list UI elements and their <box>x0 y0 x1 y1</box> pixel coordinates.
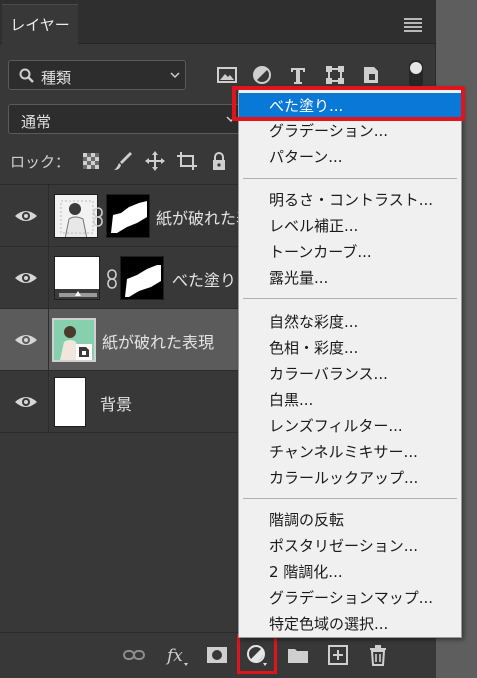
annotation-highlight-box <box>232 86 465 121</box>
menu-item-exposure[interactable]: 露光量... <box>239 265 461 291</box>
shape-filter-icon[interactable] <box>324 64 346 86</box>
layer-thumbnail[interactable] <box>54 377 86 427</box>
adjustment-filter-icon[interactable] <box>251 64 273 86</box>
layers-bottom-toolbar: fx <box>0 632 436 678</box>
panel-tabbar: レイヤー <box>0 0 436 44</box>
fill-thumbnail[interactable] <box>54 256 100 300</box>
type-filter-icon[interactable] <box>287 64 309 86</box>
annotation-highlight-box <box>237 634 277 674</box>
new-layer-icon[interactable] <box>326 643 350 667</box>
filter-kind-select[interactable]: 種類 <box>8 60 186 90</box>
menu-item-curves[interactable]: トーンカーブ... <box>239 239 461 265</box>
link-icon[interactable] <box>106 269 118 289</box>
eye-icon[interactable] <box>14 268 38 288</box>
menu-item-hue-saturation[interactable]: 色相・彩度... <box>239 335 461 361</box>
mask-shape-icon <box>121 257 163 299</box>
divider <box>48 185 49 246</box>
layer-name: 背景 <box>100 395 133 414</box>
menu-separator <box>243 298 457 299</box>
menu-item-pattern[interactable]: パターン... <box>239 144 461 170</box>
eye-icon[interactable] <box>14 330 38 350</box>
chevron-down-icon <box>170 72 180 79</box>
add-mask-icon[interactable] <box>205 643 229 667</box>
menu-item-invert[interactable]: 階調の反転 <box>239 507 461 533</box>
menu-item-vibrance[interactable]: 自然な彩度... <box>239 309 461 335</box>
divider <box>48 309 49 370</box>
link-layers-icon[interactable] <box>122 643 146 667</box>
layer-mask-thumbnail[interactable] <box>120 256 164 300</box>
folder-icon[interactable] <box>286 643 310 667</box>
menu-item-posterize[interactable]: ポスタリゼーション... <box>239 533 461 559</box>
menu-item-levels[interactable]: レベル補正... <box>239 213 461 239</box>
menu-item-threshold[interactable]: 2 階調化... <box>239 559 461 585</box>
menu-item-black-white[interactable]: 白黒... <box>239 387 461 413</box>
solid-fill-icon <box>55 257 99 299</box>
layer-name: 紙が破れた表現 <box>102 333 215 352</box>
menu-item-photo-filter[interactable]: レンズフィルター... <box>239 413 461 439</box>
lock-transparency-icon[interactable] <box>80 150 102 172</box>
mask-shape-icon <box>107 195 149 237</box>
svg-text:fx: fx <box>166 646 183 666</box>
tab-layers-label: レイヤー <box>10 16 70 34</box>
filter-kind-label: 種類 <box>41 69 72 87</box>
blend-mode-select[interactable]: 通常 <box>8 104 248 134</box>
menu-separator <box>243 498 457 499</box>
menu-item-color-balance[interactable]: カラーバランス... <box>239 361 461 387</box>
trash-icon[interactable] <box>366 643 390 667</box>
lock-row: ロック： <box>10 148 240 174</box>
smart-object-filter-icon[interactable] <box>360 64 382 86</box>
link-icon[interactable] <box>92 207 104 227</box>
menu-item-brightness-contrast[interactable]: 明るさ・コントラスト... <box>239 187 461 213</box>
menu-item-gradient[interactable]: グラデーション... <box>239 118 461 144</box>
layer-name: べた塗り <box>172 271 237 290</box>
lock-paint-brush-icon[interactable] <box>112 150 134 172</box>
lock-all-icon[interactable] <box>208 150 230 172</box>
fx-icon[interactable]: fx <box>166 643 190 667</box>
layer-thumbnail[interactable] <box>52 318 96 362</box>
layer-mask-thumbnail[interactable] <box>106 194 150 238</box>
search-icon <box>19 68 34 83</box>
menu-item-gradient-map[interactable]: グラデーションマップ... <box>239 585 461 611</box>
divider <box>48 247 49 308</box>
lock-move-icon[interactable] <box>144 150 166 172</box>
menu-item-color-lookup[interactable]: カラールックアップ... <box>239 465 461 491</box>
divider <box>48 371 49 432</box>
menu-item-channel-mixer[interactable]: チャンネルミキサー... <box>239 439 461 465</box>
smart-object-thumbnail-icon <box>54 320 94 360</box>
eye-icon[interactable] <box>14 392 38 412</box>
tab-layers[interactable]: レイヤー <box>2 4 78 44</box>
eye-icon[interactable] <box>14 206 38 226</box>
lock-label: ロック： <box>10 152 71 171</box>
blend-mode-label: 通常 <box>21 113 52 131</box>
menu-item-selective-color[interactable]: 特定色域の選択... <box>239 611 461 637</box>
pixel-filter-icon[interactable] <box>216 64 238 86</box>
panel-menu-icon[interactable] <box>404 18 422 32</box>
adjustment-layer-menu: べた塗り... グラデーション... パターン... 明るさ・コントラスト...… <box>238 86 462 638</box>
lock-artboard-icon[interactable] <box>176 150 198 172</box>
menu-separator <box>243 178 457 179</box>
